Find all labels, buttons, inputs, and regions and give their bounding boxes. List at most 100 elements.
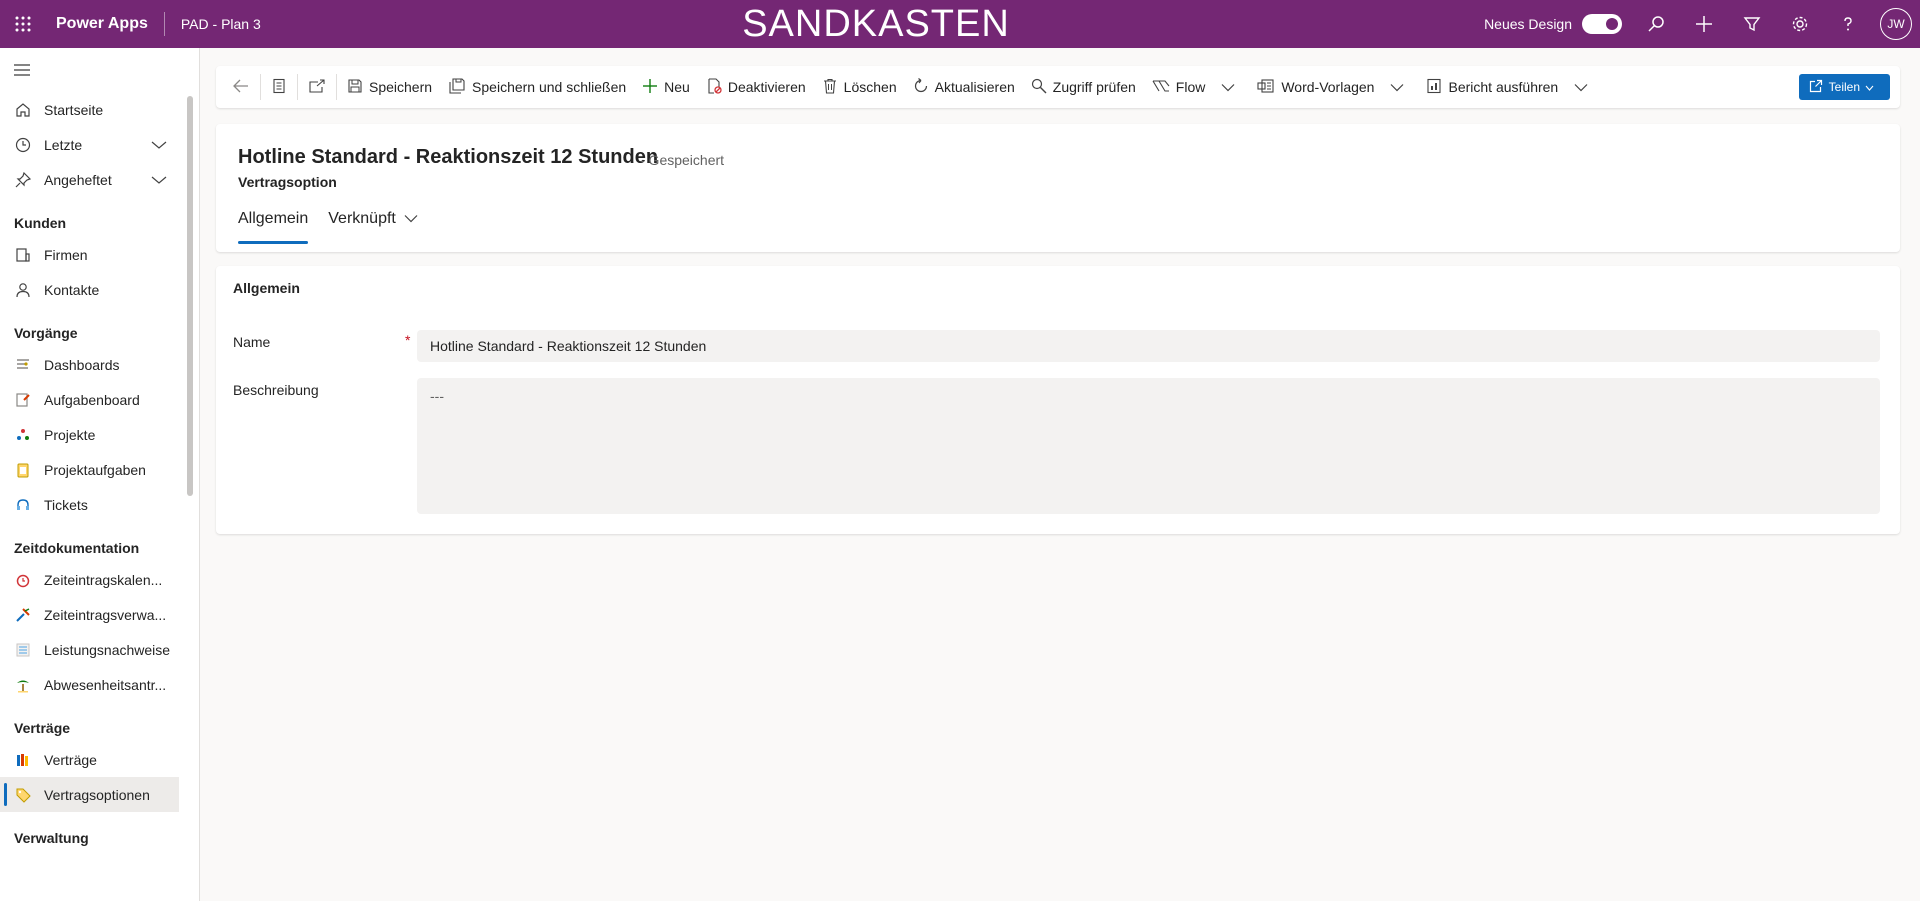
key-search-icon (1031, 78, 1053, 97)
tab-verknuepft[interactable]: Verknüpft (328, 210, 418, 242)
sidebar-item-label: Vertragsoptionen (44, 786, 150, 803)
chevron-down-icon (1390, 79, 1410, 95)
save-label: Speichern (369, 79, 433, 95)
chevron-down-icon (396, 210, 418, 228)
share-label: Teilen (1828, 80, 1860, 94)
user-avatar[interactable]: JW (1880, 8, 1912, 40)
board-icon (14, 391, 32, 409)
sidebar-item-label: Startseite (44, 101, 104, 118)
sidebar-item-leistungsnachweise[interactable]: Leistungsnachweise (0, 632, 199, 667)
save-close-icon (448, 77, 472, 97)
report-icon (1426, 78, 1448, 97)
flow-button[interactable]: Flow (1144, 71, 1250, 103)
sidebar-item-label: Zeiteintragsverwa... (44, 606, 167, 623)
sidebar-item-vertraege[interactable]: Verträge (0, 742, 199, 777)
delete-button[interactable]: Löschen (814, 71, 905, 103)
deactivate-icon (706, 77, 728, 97)
alarm-icon (14, 571, 32, 589)
chevron-down-icon[interactable] (151, 172, 167, 188)
tab-label: Allgemein (238, 210, 309, 227)
chevron-down-icon (1221, 79, 1241, 95)
sidebar-item-label: Verträge (44, 751, 97, 768)
form-view-button[interactable] (263, 71, 295, 103)
environment-name[interactable]: PAD - Plan 3 (165, 16, 261, 32)
sidebar-item-angeheftet[interactable]: Angeheftet (0, 162, 199, 197)
sidebar-item-kontakte[interactable]: Kontakte (0, 272, 199, 307)
description-field[interactable]: --- (417, 378, 1880, 514)
refresh-label: Aktualisieren (934, 79, 1015, 95)
new-button[interactable]: Neu (634, 71, 698, 103)
run-report-button[interactable]: Bericht ausführen (1418, 71, 1602, 103)
chevron-down-icon[interactable] (151, 137, 167, 153)
sidebar-item-startseite[interactable]: Startseite (0, 92, 199, 127)
divider (260, 74, 261, 100)
help-icon[interactable] (1824, 0, 1872, 48)
sidebar-item-zeiteintragskalender[interactable]: Zeiteintragskalen... (0, 562, 199, 597)
dashboard-icon (14, 356, 32, 374)
search-icon[interactable] (1632, 0, 1680, 48)
home-icon (14, 101, 32, 119)
sidebar-item-label: Projektaufgaben (44, 461, 146, 478)
sidebar-scrollbar[interactable] (187, 96, 193, 496)
name-field[interactable]: Hotline Standard - Reaktionszeit 12 Stun… (417, 330, 1880, 362)
check-access-button[interactable]: Zugriff prüfen (1023, 71, 1144, 103)
add-icon[interactable] (1680, 0, 1728, 48)
sidebar: Startseite Letzte Angeheftet Kunden Firm… (0, 48, 200, 901)
clock-icon (14, 136, 32, 154)
run-report-label: Bericht ausführen (1448, 79, 1559, 95)
hamburger-menu-icon[interactable] (0, 48, 199, 92)
word-templates-button[interactable]: Word-Vorlagen (1249, 71, 1418, 103)
sidebar-item-abwesenheitsantraege[interactable]: Abwesenheitsantr... (0, 667, 199, 702)
sidebar-section-title: Zeitdokumentation (14, 540, 140, 556)
sidebar-item-aufgabenboard[interactable]: Aufgabenboard (0, 382, 199, 417)
save-icon (347, 78, 369, 97)
person-icon (14, 281, 32, 299)
settings-gear-icon[interactable] (1776, 0, 1824, 48)
delete-label: Löschen (843, 79, 897, 95)
new-label: Neu (664, 79, 690, 95)
refresh-button[interactable]: Aktualisieren (905, 71, 1023, 103)
save-and-close-button[interactable]: Speichern und schließen (440, 71, 634, 103)
app-name[interactable]: Power Apps (46, 12, 165, 36)
sidebar-item-label: Leistungsnachweise (44, 641, 171, 658)
sidebar-item-letzte[interactable]: Letzte (0, 127, 199, 162)
headset-icon (14, 496, 32, 514)
command-bar: Speichern Speichern und schließen Neu De… (216, 66, 1900, 108)
plus-icon (642, 78, 664, 97)
sidebar-item-firmen[interactable]: Firmen (0, 237, 199, 272)
deactivate-button[interactable]: Deaktivieren (698, 71, 814, 103)
flow-icon (1152, 78, 1176, 97)
sidebar-item-projektaufgaben[interactable]: Projektaufgaben (0, 452, 199, 487)
sidebar-item-label: Firmen (44, 246, 88, 263)
app-launcher-icon[interactable] (0, 0, 46, 48)
project-icon (14, 426, 32, 444)
flow-label: Flow (1175, 79, 1206, 95)
save-button[interactable]: Speichern (339, 71, 440, 103)
open-in-new-window-button[interactable] (300, 71, 334, 103)
sidebar-item-dashboards[interactable]: Dashboards (0, 347, 199, 382)
sidebar-item-projekte[interactable]: Projekte (0, 417, 199, 452)
clipboard-icon (14, 461, 32, 479)
chevron-down-icon (1865, 80, 1880, 94)
sidebar-section-title: Verwaltung (14, 830, 89, 846)
record-title: Hotline Standard - Reaktionszeit 12 Stun… (238, 146, 659, 168)
name-label: Name (233, 334, 271, 350)
back-button[interactable] (224, 71, 258, 103)
save-status: - Gespeichert (640, 152, 725, 168)
sidebar-item-label: Kontakte (44, 281, 100, 298)
save-close-label: Speichern und schließen (472, 79, 627, 95)
new-design-toggle[interactable] (1582, 14, 1622, 34)
deactivate-label: Deaktivieren (727, 79, 806, 95)
share-button[interactable]: Teilen (1798, 74, 1890, 100)
required-indicator: * (405, 332, 411, 348)
tab-allgemein[interactable]: Allgemein (238, 210, 309, 244)
sidebar-item-zeiteintragsverwaltung[interactable]: Zeiteintragsverwa... (0, 597, 199, 632)
arrow-left-icon (232, 78, 250, 97)
list-icon (14, 641, 32, 659)
filter-icon[interactable] (1728, 0, 1776, 48)
entity-name: Vertragsoption (238, 174, 337, 190)
refresh-icon (913, 77, 935, 97)
sidebar-item-vertragsoptionen[interactable]: Vertragsoptionen (0, 777, 179, 812)
sidebar-item-tickets[interactable]: Tickets (0, 487, 199, 522)
sidebar-item-label: Projekte (44, 426, 96, 443)
